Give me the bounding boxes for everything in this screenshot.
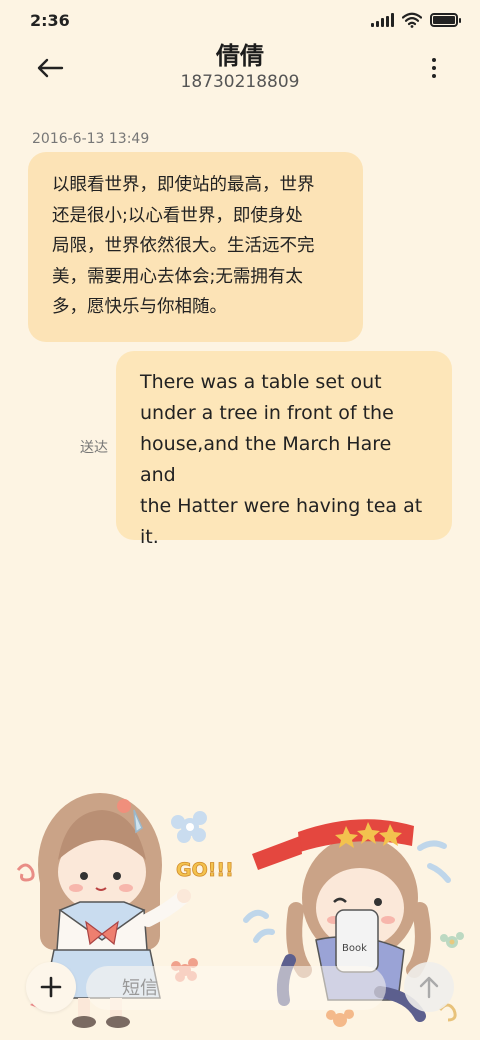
message-line: it. — [140, 526, 159, 548]
go-text: GO!!! — [176, 859, 234, 881]
battery-icon — [430, 13, 461, 27]
flower-icon — [440, 932, 464, 948]
message-line: 以眼看世界，即使站的最高，世界 — [52, 175, 315, 195]
send-button[interactable] — [404, 962, 454, 1012]
message-line: under a tree in front of the — [140, 402, 394, 424]
contact-number: 18730218809 — [180, 72, 300, 92]
wifi-icon — [402, 12, 422, 28]
battery-level — [433, 16, 455, 24]
status-time: 2:36 — [30, 10, 70, 30]
composer-bar — [26, 962, 454, 1014]
plus-icon — [40, 976, 62, 998]
message-line: the Hatter were having tea at — [140, 495, 423, 517]
message-line: 多，愿快乐与你相随。 — [52, 297, 227, 317]
status-icons — [371, 12, 461, 28]
more-options-button[interactable] — [422, 56, 446, 80]
message-line: 还是很小;以心看世界，即使身处 — [52, 205, 303, 226]
book-text: Book — [342, 943, 367, 954]
swirl-icon — [16, 863, 35, 882]
message-line: 美，需要用心去体会;无需拥有太 — [52, 266, 303, 287]
message-input[interactable] — [86, 966, 386, 1010]
message-line: There was a table set out — [140, 371, 382, 393]
flower-icon — [171, 811, 207, 843]
add-attachment-button[interactable] — [26, 962, 76, 1012]
message-line: house,and the March Hare and — [140, 433, 392, 486]
arrow-up-icon — [419, 976, 439, 999]
message-timestamp: 2016-6-13 13:49 — [32, 131, 150, 147]
incoming-message-bubble[interactable]: 以眼看世界，即使站的最高，世界 还是很小;以心看世界，即使身处 局限，世界依然很… — [28, 152, 363, 342]
status-bar: 2:36 — [0, 0, 480, 40]
signal-icon — [371, 13, 394, 27]
outgoing-message-bubble[interactable]: There was a table set out under a tree i… — [116, 351, 452, 548]
conversation-header: 倩倩 18730218809 — [0, 40, 480, 100]
contact-title: 倩倩 18730218809 — [0, 42, 480, 93]
contact-name: 倩倩 — [216, 42, 264, 70]
message-line: 局限，世界依然很大。生活远不完 — [52, 236, 315, 256]
delivery-status: 送达 — [80, 440, 108, 456]
more-vertical-icon — [432, 58, 436, 62]
